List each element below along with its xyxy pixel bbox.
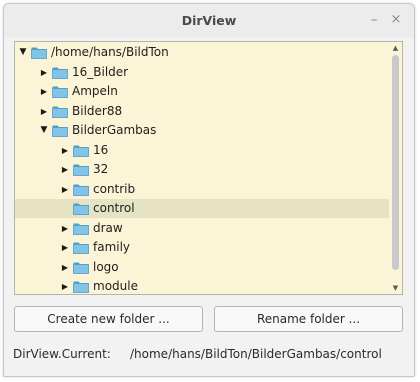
collapsed-arrow-icon[interactable]: ▶: [60, 219, 70, 238]
folder-icon: [52, 125, 68, 137]
vertical-scrollbar[interactable]: ▲ ▼: [389, 42, 402, 294]
tree-row[interactable]: ▼ /home/hans/BildTon: [15, 43, 389, 62]
folder-icon: [73, 223, 89, 235]
tree-row[interactable]: ▶ draw: [15, 219, 389, 238]
folder-icon: [73, 203, 89, 215]
collapsed-arrow-icon[interactable]: ▶: [60, 160, 70, 179]
collapsed-arrow-icon[interactable]: ▶: [39, 82, 49, 101]
folder-icon: [73, 184, 89, 196]
tree-item-label: 16: [93, 142, 109, 157]
scroll-up-icon[interactable]: ▲: [389, 42, 402, 54]
minimize-icon[interactable]: –: [366, 12, 382, 28]
tree-item-label: family: [93, 240, 131, 254]
tree-row[interactable]: ▶ 32: [15, 160, 389, 179]
folder-icon: [52, 67, 68, 79]
collapsed-arrow-icon[interactable]: ▶: [60, 238, 70, 257]
collapsed-arrow-icon[interactable]: ▶: [60, 180, 70, 199]
tree-row[interactable]: ▼ BilderGambas: [15, 121, 389, 140]
folder-icon: [73, 145, 89, 157]
tree-row[interactable]: ▶ logo: [15, 258, 389, 277]
tree-item-label: logo: [93, 259, 119, 274]
collapsed-arrow-icon[interactable]: ▶: [60, 141, 70, 160]
folder-icon: [52, 86, 68, 98]
folder-icon: [31, 47, 47, 59]
tree-item-label: 32: [93, 162, 109, 176]
tree-item-label: Bilder88: [72, 103, 123, 118]
create-folder-button[interactable]: Create new folder ...: [14, 306, 203, 332]
current-path-label: DirView.Current:: [13, 347, 111, 361]
folder-icon: [73, 242, 89, 254]
tree-row[interactable]: ▶ contrib: [15, 180, 389, 199]
collapsed-arrow-icon[interactable]: ▶: [60, 258, 70, 277]
tree-item-label: /home/hans/BildTon: [51, 45, 169, 59]
folder-icon: [73, 164, 89, 176]
tree-item-label: module: [93, 279, 138, 293]
tree-item-label: draw: [93, 220, 123, 235]
folder-tree[interactable]: ▼/home/hans/BildTon ▶ 16_Bilder ▶ Ampeln ▶ Bil…: [14, 41, 403, 295]
tree-row[interactable]: ▶ Bilder88: [15, 102, 389, 121]
tree-item-label: contrib: [93, 181, 136, 196]
expanded-arrow-icon[interactable]: ▼: [18, 43, 28, 62]
tree-item-label: BilderGambas: [72, 123, 157, 137]
scroll-down-icon[interactable]: ▼: [389, 282, 402, 294]
window-title: DirView: [181, 13, 237, 28]
current-path-value: /home/hans/BildTon/BilderGambas/control: [130, 347, 382, 361]
tree-item-label: Ampeln: [72, 84, 118, 98]
tree-row[interactable]: ▶ family: [15, 238, 389, 257]
folder-icon: [73, 262, 89, 274]
scroll-thumb[interactable]: [392, 55, 399, 270]
title-bar[interactable]: DirView – ×: [4, 4, 414, 38]
dirview-window: DirView – × ▼/home/hans/BildTon ▶ 16_Bilde…: [3, 3, 415, 377]
folder-icon: [73, 281, 89, 293]
collapsed-arrow-icon[interactable]: ▶: [39, 63, 49, 82]
collapsed-arrow-icon[interactable]: ▶: [39, 102, 49, 121]
close-icon[interactable]: ×: [388, 12, 404, 28]
tree-item-label: control: [93, 201, 135, 215]
tree-row[interactable]: control: [15, 199, 389, 218]
tree-row[interactable]: ▶ module: [15, 277, 389, 294]
tree-item-label: 16_Bilder: [72, 64, 129, 79]
tree-row[interactable]: ▶ Ampeln: [15, 82, 389, 101]
rename-folder-button[interactable]: Rename folder ...: [214, 306, 403, 332]
expanded-arrow-icon[interactable]: ▼: [39, 121, 49, 140]
tree-row[interactable]: ▶ 16: [15, 141, 389, 160]
collapsed-arrow-icon[interactable]: ▶: [60, 277, 70, 294]
tree-row[interactable]: ▶ 16_Bilder: [15, 63, 389, 82]
folder-icon: [52, 106, 68, 118]
